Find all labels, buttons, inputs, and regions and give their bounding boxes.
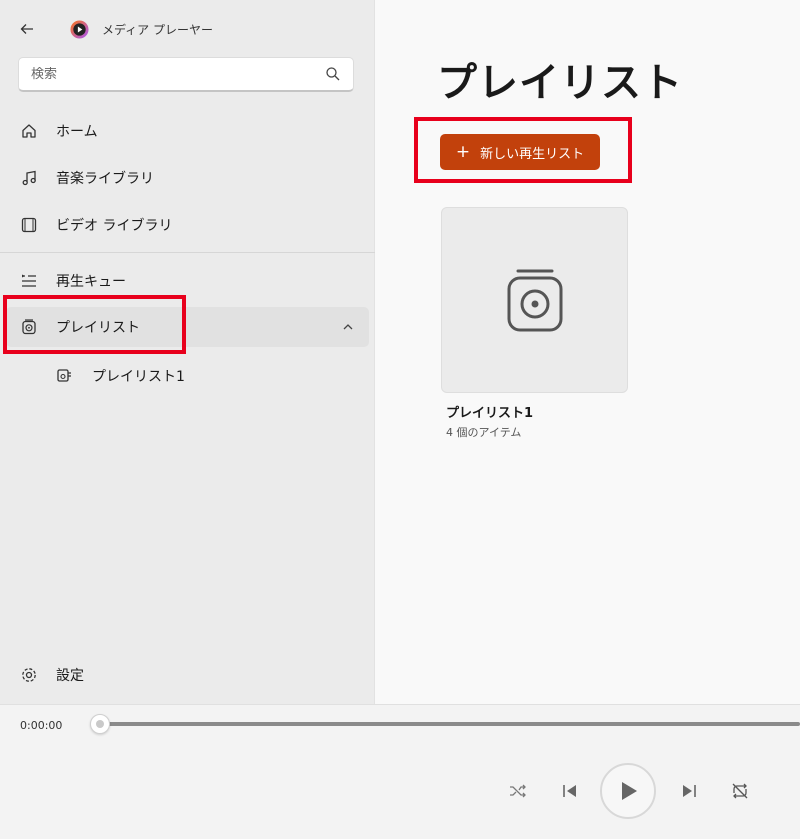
video-icon [18,214,40,236]
back-button[interactable] [16,18,38,40]
gear-icon [18,664,40,686]
title-bar: メディア プレーヤー [0,12,375,44]
plus-icon: + [455,141,471,162]
playlist-icon [507,269,562,332]
nav-playlists[interactable]: プレイリスト [6,307,369,347]
repeat-button[interactable] [728,779,752,803]
nav-home[interactable]: ホーム [6,111,369,151]
home-icon [18,120,40,142]
nav-music-library[interactable]: 音楽ライブラリ [6,158,369,198]
next-button[interactable] [677,779,701,803]
app-title: メディア プレーヤー [102,23,213,37]
nav-playlists-label: プレイリスト [56,320,140,336]
nav-playlist-1-label: プレイリスト1 [92,369,185,385]
nav-settings[interactable]: 設定 [6,655,369,695]
search-icon[interactable] [325,66,341,82]
nav-music-label: 音楽ライブラリ [56,171,154,187]
player-bar: 0:00:00 [0,704,800,839]
shuffle-icon [510,784,526,798]
playlist-icon [18,316,40,338]
chevron-up-icon[interactable] [341,320,355,334]
search-box [18,57,354,92]
main-content: プレイリスト + 新しい再生リスト プレイリスト1 4 個のアイテム [375,0,800,704]
nav-queue-label: 再生キュー [56,274,126,290]
nav-play-queue[interactable]: 再生キュー [6,261,369,301]
seek-thumb[interactable] [90,714,110,734]
play-icon [622,782,637,800]
current-time: 0:00:00 [20,719,63,732]
new-playlist-button[interactable]: + 新しい再生リスト [440,134,600,170]
seek-bar[interactable] [100,722,800,726]
search-input[interactable] [31,66,325,82]
playlist-tile[interactable] [441,207,628,393]
new-playlist-label: 新しい再生リスト [480,146,585,162]
playlist-tile-subtitle: 4 個のアイテム [446,426,522,439]
nav-video-library[interactable]: ビデオ ライブラリ [6,205,369,245]
playlist-music-icon [54,365,76,387]
next-icon [683,785,696,797]
nav-divider [0,252,375,253]
shuffle-button[interactable] [506,779,530,803]
playlist-tile-title: プレイリスト1 [446,406,534,421]
music-note-icon [18,167,40,189]
page-title: プレイリスト [437,60,683,106]
play-button[interactable] [600,763,656,819]
previous-icon [563,785,576,797]
previous-button[interactable] [558,779,582,803]
sidebar: メディア プレーヤー ホーム 音楽ライブラリ ビデオ ライブラリ 再生キュー [0,0,375,704]
nav-video-label: ビデオ ライブラリ [56,218,173,234]
queue-icon [18,270,40,292]
nav-settings-label: 設定 [56,668,84,684]
media-player-logo-icon [70,20,89,39]
back-arrow-icon [20,24,33,34]
nav-playlist-1[interactable]: プレイリスト1 [6,356,369,396]
nav-home-label: ホーム [56,124,98,140]
repeat-off-icon [732,783,748,799]
